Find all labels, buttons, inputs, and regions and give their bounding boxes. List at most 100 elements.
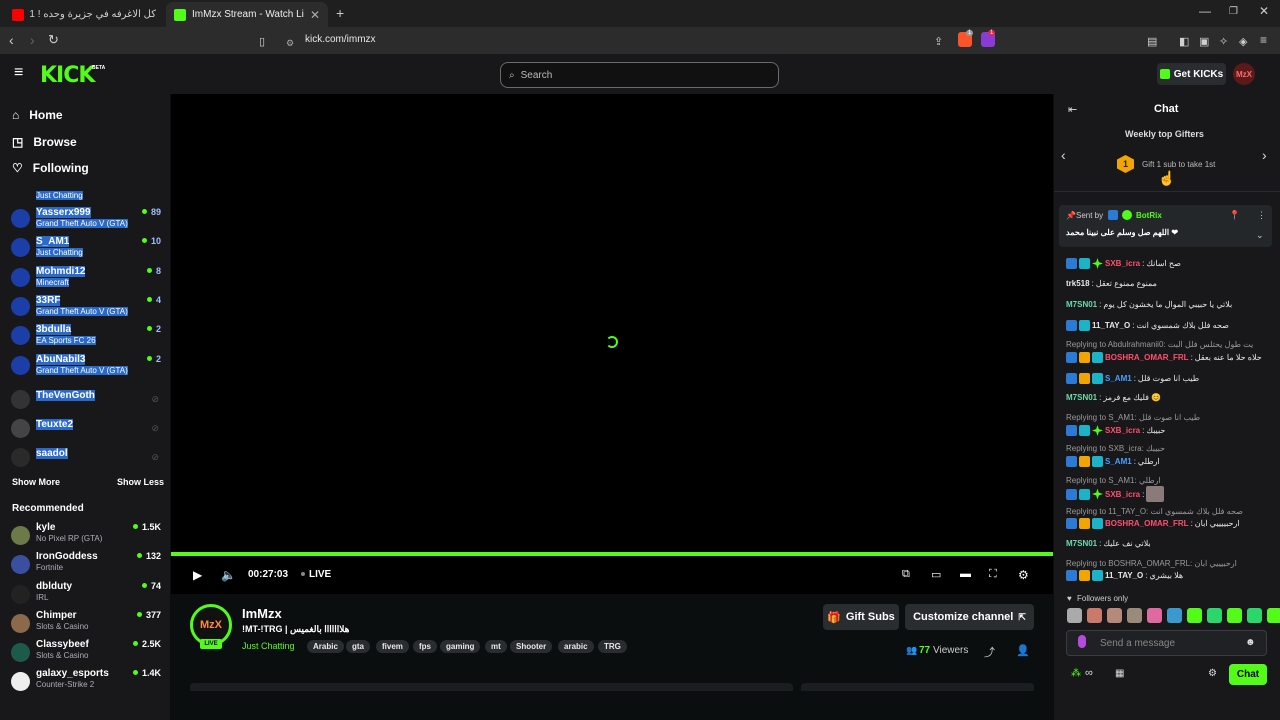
chat-username[interactable]: 11_TAY_O — [1105, 571, 1143, 580]
chat-message[interactable]: BOSHRA_OMAR_FRL: حلاه حلا ما عنه بعقل — [1066, 352, 1262, 363]
reader-mode-icon[interactable]: ▤ — [1147, 34, 1157, 50]
chat-message[interactable]: M7SN01: فليك مع فرمز 😊 — [1066, 393, 1161, 402]
fullscreen-icon[interactable]: ⛶ — [989, 568, 997, 581]
chat-message[interactable]: 11_TAY_O: هلا بيشري — [1066, 570, 1183, 581]
mini-player-icon[interactable]: ▭ — [931, 568, 941, 581]
sidebar-toggle-icon[interactable]: ◧ — [1179, 34, 1189, 50]
emote-icon[interactable] — [1167, 608, 1182, 623]
reply-context[interactable]: Replying to Abdulrahmanii0: يت طول يحتلس… — [1066, 340, 1253, 349]
chat-username[interactable]: trk518 — [1066, 279, 1090, 288]
video-player[interactable] — [171, 94, 1053, 553]
chat-message[interactable]: trk518: ممنوع ممنوع تعقل — [1066, 279, 1157, 288]
gift-subs-button[interactable]: 🎁 Gift Subs — [823, 604, 899, 630]
collapse-chat-icon[interactable]: ⇤ — [1068, 103, 1077, 116]
expand-chevron-down-icon[interactable]: ⌄ — [1256, 230, 1264, 241]
chat-username[interactable]: SXB_icra — [1105, 426, 1140, 435]
emote-icon[interactable] — [1227, 608, 1242, 623]
chat-username[interactable]: S_AM1 — [1105, 374, 1132, 383]
stream-tag[interactable]: arabic — [558, 640, 594, 653]
follow-user-icon[interactable]: 👤 — [1016, 644, 1030, 657]
settings-gear-icon[interactable]: ⚙ — [1018, 568, 1029, 582]
show-more-button[interactable]: Show More — [12, 477, 60, 487]
chat-username[interactable]: BOSHRA_OMAR_FRL — [1105, 519, 1189, 528]
stream-category[interactable]: Just Chatting — [242, 641, 295, 651]
minimize-icon[interactable]: — — [1199, 4, 1211, 18]
chat-username[interactable]: 11_TAY_O — [1092, 321, 1130, 330]
recommended-channel[interactable]: dblduty IRL 74 — [11, 581, 161, 609]
chat-message[interactable]: SXB_icra: صح اسانك — [1066, 258, 1181, 269]
emote-icon[interactable] — [1247, 608, 1262, 623]
recommended-channel[interactable]: IronGoddess Fortnite 132 — [11, 551, 161, 579]
user-avatar[interactable]: MzX — [1233, 63, 1255, 85]
gift-callout[interactable]: Gift 1 sub to take 1st — [1142, 160, 1215, 169]
reload-icon[interactable]: ↻ — [48, 32, 59, 48]
theater-mode-icon[interactable]: ▬ — [960, 568, 971, 580]
emote-icon[interactable] — [1207, 608, 1222, 623]
live-indicator[interactable]: LIVE — [309, 569, 331, 580]
stream-tag[interactable]: gta — [346, 640, 370, 653]
volume-icon[interactable]: 🔈 — [221, 568, 236, 582]
stream-tag[interactable]: gaming — [440, 640, 481, 653]
recommended-channel[interactable]: galaxy_esports Counter-Strike 2 1.4K — [11, 668, 161, 696]
chat-username[interactable]: S_AM1 — [1105, 457, 1132, 466]
following-channel[interactable]: 3bdulla EA Sports FC 26 2 — [11, 324, 161, 352]
browser-tab-kick[interactable]: ImMzx Stream - Watch Live on Kick ✕ — [166, 2, 328, 27]
following-channel[interactable]: Mohmdi12 Minecraft 8 — [11, 266, 161, 294]
emote-icon[interactable] — [1127, 608, 1142, 623]
close-window-icon[interactable]: ✕ — [1259, 4, 1269, 18]
emote-icon[interactable] — [1087, 608, 1102, 623]
recommended-channel[interactable]: Classybeef Slots & Casino 2.5K — [11, 639, 161, 667]
back-icon[interactable]: ‹ — [9, 32, 14, 48]
recommended-channel[interactable]: kyle No Pixel RP (GTA) 1.5K — [11, 522, 161, 550]
stream-tag[interactable]: Shooter — [510, 640, 553, 653]
kick-points-icon[interactable]: ⁂ — [1071, 668, 1081, 679]
emote-icon[interactable] — [1107, 608, 1122, 623]
gift-box-icon[interactable]: ▦ — [1115, 668, 1124, 679]
emote-icon[interactable] — [1147, 608, 1162, 623]
more-options-icon[interactable]: ⋮ — [1257, 210, 1266, 221]
nav-following[interactable]: ♡ Following — [12, 161, 89, 175]
chat-message[interactable]: M7SN01: بلاتي نف عليك — [1066, 539, 1151, 548]
chat-username[interactable]: SXB_icra — [1105, 259, 1140, 268]
forward-icon[interactable]: › — [30, 32, 35, 48]
chat-message[interactable]: S_AM1: ارطلي — [1066, 456, 1160, 467]
chat-message[interactable]: M7SN01: بلاتي يا حبيبي الموال ما يخشون ك… — [1066, 300, 1232, 309]
unpin-icon[interactable]: 📍 — [1229, 210, 1240, 221]
get-kicks-button[interactable]: Get KICKs — [1157, 63, 1226, 85]
nav-browse[interactable]: ◳ Browse — [12, 135, 77, 149]
chat-username[interactable]: M7SN01 — [1066, 393, 1097, 402]
browser-tab-youtube[interactable]: كل الاغرفه في جزيرة وحده ! 1# - YouTube — [4, 2, 164, 27]
new-tab-icon[interactable]: + — [336, 5, 344, 21]
hamburger-menu-icon[interactable]: ≡ — [14, 64, 23, 82]
chat-username[interactable]: BOSHRA_OMAR_FRL — [1105, 353, 1189, 362]
recommended-channel[interactable]: Chimper Slots & Casino 377 — [11, 610, 161, 638]
site-info-icon[interactable]: ⚙ — [286, 35, 294, 51]
play-icon[interactable]: ▶ — [193, 568, 202, 582]
bookmark-icon[interactable]: ▯ — [259, 34, 265, 50]
emote-icon[interactable] — [1187, 608, 1202, 623]
chat-username[interactable]: M7SN01 — [1066, 300, 1097, 309]
chat-settings-gear-icon[interactable]: ⚙ — [1208, 668, 1217, 679]
customize-channel-button[interactable]: Customize channel ⇱ — [905, 604, 1034, 630]
next-arrow-icon[interactable]: › — [1262, 147, 1267, 163]
wallet-icon[interactable]: ▣ — [1199, 34, 1209, 50]
chat-message[interactable]: SXB_icra: حبيبك — [1066, 425, 1165, 436]
following-channel[interactable]: 33RF Grand Theft Auto V (GTA) 4 — [11, 295, 161, 323]
reply-context[interactable]: Replying to S_AM1: طيب انا صوت قلل — [1066, 413, 1200, 422]
pinned-user[interactable]: BotRix — [1136, 211, 1162, 220]
browser-menu-icon[interactable]: ≡ — [1260, 32, 1267, 48]
chat-message[interactable]: 11_TAY_O: صحه فلل بلاك شمسوي انت — [1066, 320, 1229, 331]
url-field[interactable]: kick.com/immzx — [305, 34, 376, 45]
show-less-button[interactable]: Show Less — [117, 477, 164, 487]
chat-message[interactable]: BOSHRA_OMAR_FRL: ارحبييييي ابان — [1066, 518, 1240, 529]
streamer-name[interactable]: ImMzx — [242, 606, 282, 621]
following-channel[interactable]: AbuNabil3 Grand Theft Auto V (GTA) 2 — [11, 354, 161, 382]
emote-icon[interactable] — [1267, 608, 1280, 623]
stream-tag[interactable]: fps — [413, 640, 437, 653]
chat-username[interactable]: M7SN01 — [1066, 539, 1097, 548]
emoji-picker-icon[interactable]: ☻ — [1245, 637, 1256, 648]
picture-in-picture-icon[interactable]: ⧉ — [902, 568, 910, 581]
chat-username[interactable]: SXB_icra — [1105, 490, 1140, 499]
emote-icon[interactable] — [1067, 608, 1082, 623]
share-icon[interactable]: ⤴ — [984, 644, 995, 660]
